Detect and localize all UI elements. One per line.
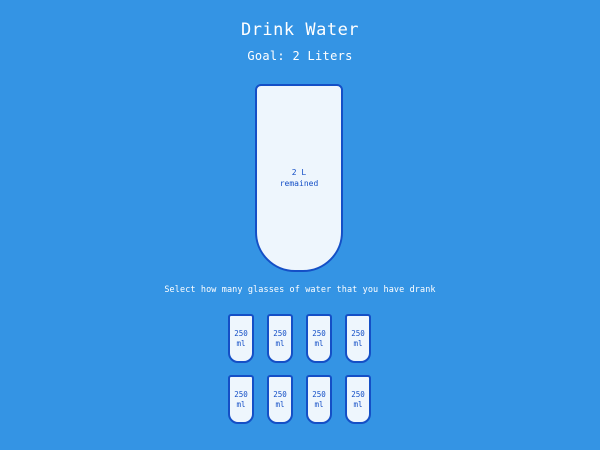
remained-label: remained xyxy=(279,179,319,188)
small-cup[interactable]: 250 ml xyxy=(267,314,293,363)
small-cup[interactable]: 250 ml xyxy=(306,375,332,424)
instruction-text: Select how many glasses of water that yo… xyxy=(164,285,436,295)
goal-text: Goal: 2 Liters xyxy=(247,49,353,63)
cup-amount: 250 xyxy=(312,389,326,399)
small-cup[interactable]: 250 ml xyxy=(306,314,332,363)
cup-amount: 250 xyxy=(351,389,365,399)
remained-value: 2 L xyxy=(291,168,307,177)
small-cup[interactable]: 250 ml xyxy=(228,375,254,424)
cup-unit: ml xyxy=(353,399,363,409)
cup-amount: 250 xyxy=(312,328,326,338)
cup-unit: ml xyxy=(236,399,246,409)
cup-amount: 250 xyxy=(351,328,365,338)
cup-amount: 250 xyxy=(273,389,287,399)
cup-unit: ml xyxy=(275,338,285,348)
cup-amount: 250 xyxy=(234,389,248,399)
cup-unit: ml xyxy=(314,338,324,348)
cup-unit: ml xyxy=(314,399,324,409)
small-cup[interactable]: 250 ml xyxy=(345,375,371,424)
cup-amount: 250 xyxy=(273,328,287,338)
drink-water-app: Drink Water Goal: 2 Liters 2 L remained … xyxy=(0,0,600,450)
remained-display: 2 L remained xyxy=(257,86,341,270)
small-cup[interactable]: 250 ml xyxy=(267,375,293,424)
big-cup: 2 L remained xyxy=(255,84,343,272)
page-title: Drink Water xyxy=(240,20,360,40)
cup-amount: 250 xyxy=(234,328,248,338)
small-cup[interactable]: 250 ml xyxy=(228,314,254,363)
cup-unit: ml xyxy=(353,338,363,348)
cup-unit: ml xyxy=(275,399,285,409)
cup-unit: ml xyxy=(236,338,246,348)
small-cup[interactable]: 250 ml xyxy=(345,314,371,363)
